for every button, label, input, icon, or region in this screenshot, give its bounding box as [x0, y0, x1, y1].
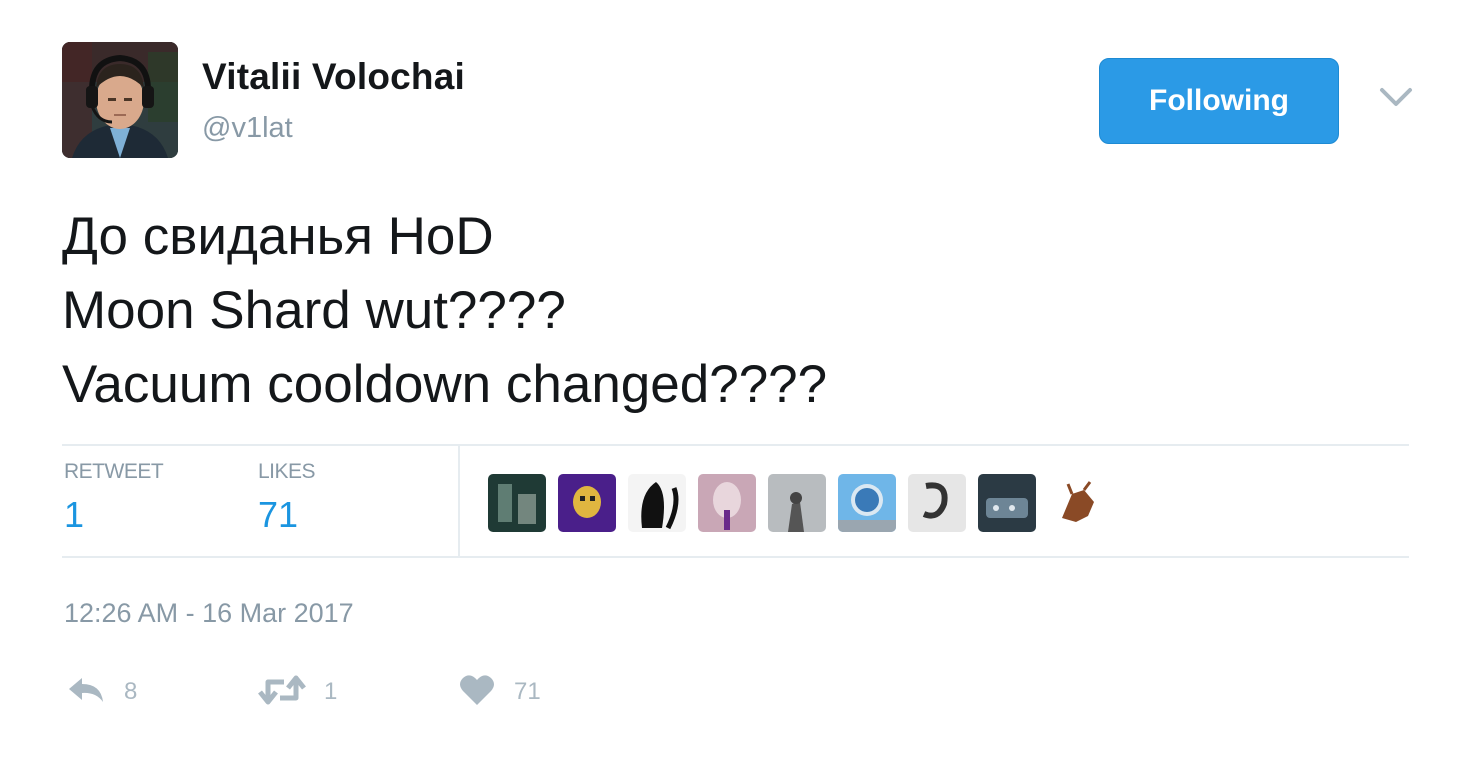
retweet-action[interactable]: 1 [258, 668, 337, 716]
like-action[interactable]: 71 [458, 668, 541, 716]
tweet-text-line: Vacuum cooldown changed???? [62, 355, 828, 414]
liker-avatar[interactable] [698, 474, 756, 532]
tweet-card: Vitalii Volochai @v1lat Following До сви… [0, 0, 1460, 780]
avatar[interactable] [62, 42, 178, 158]
liker-avatar[interactable] [768, 474, 826, 532]
reply-icon [66, 674, 106, 711]
liker-avatar[interactable] [838, 474, 896, 532]
like-count: 71 [514, 678, 541, 705]
heart-icon [458, 673, 496, 712]
liker-avatar[interactable] [1048, 474, 1106, 532]
tweet-stats: RETWEET 1 LIKES 71 [62, 444, 1409, 558]
reply-count: 8 [124, 678, 138, 705]
likes-stat-label: LIKES [258, 460, 316, 483]
tweet-text: До свиданья HoD Moon Shard wut???? Vacuu… [62, 200, 827, 422]
likes-stat-value: 71 [258, 494, 299, 535]
liker-avatar[interactable] [628, 474, 686, 532]
liker-avatar[interactable] [558, 474, 616, 532]
author-screen-name[interactable]: @v1lat [202, 112, 293, 145]
tweet-text-line: Moon Shard wut???? [62, 281, 566, 340]
tweet-timestamp[interactable]: 12:26 AM - 16 Mar 2017 [64, 598, 354, 629]
reply-action[interactable]: 8 [66, 668, 137, 716]
tweet-text-line: До свиданья HoD [62, 207, 494, 266]
retweet-icon [258, 674, 306, 711]
liker-avatar[interactable] [978, 474, 1036, 532]
liker-avatar[interactable] [488, 474, 546, 532]
stats-divider [458, 446, 460, 556]
author-display-name[interactable]: Vitalii Volochai [202, 56, 465, 98]
retweet-count: 1 [324, 678, 338, 705]
retweets-stat-label: RETWEET [64, 460, 164, 483]
retweets-stat[interactable]: RETWEET 1 [64, 460, 164, 536]
likes-stat[interactable]: LIKES 71 [258, 460, 316, 536]
chevron-down-icon[interactable] [1378, 84, 1414, 112]
liker-avatar[interactable] [908, 474, 966, 532]
retweets-stat-value: 1 [64, 494, 85, 535]
following-button[interactable]: Following [1099, 58, 1339, 144]
